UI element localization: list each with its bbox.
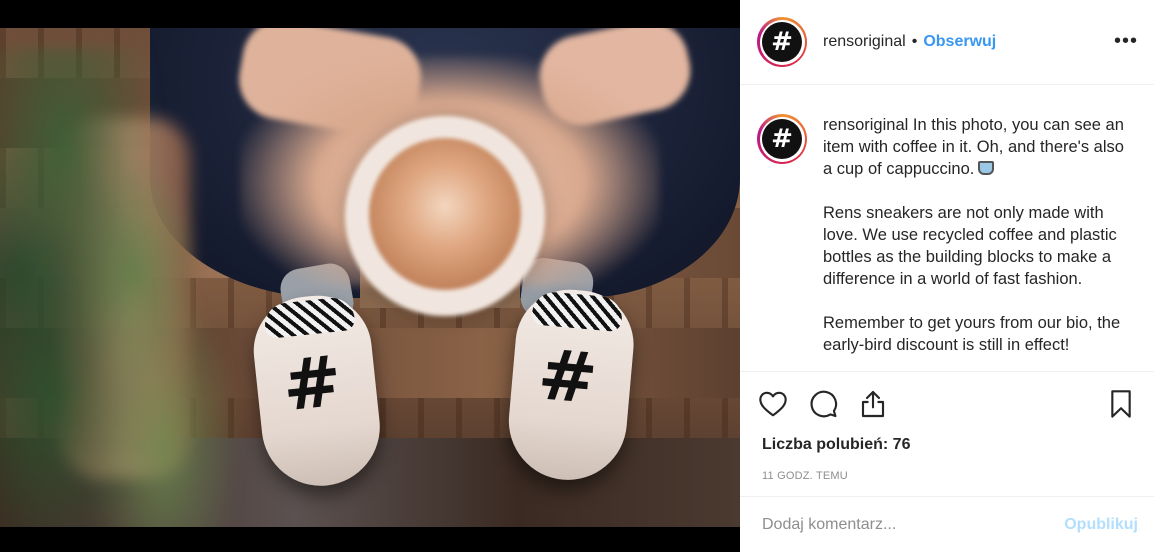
plant-foliage [0, 48, 260, 527]
coffee-cup [345, 116, 545, 316]
publish-button[interactable]: Opublikuj [1064, 516, 1138, 534]
post-image[interactable]: # # [0, 28, 740, 527]
story-ring[interactable]: # [757, 17, 807, 67]
share-button[interactable] [856, 387, 890, 421]
post-side-panel: # rensoriginal • Obserwuj ••• # rensorig… [740, 0, 1154, 552]
avatar-border: # [759, 19, 805, 65]
post-header: # rensoriginal • Obserwuj ••• [740, 0, 1154, 85]
comment-icon [810, 390, 838, 418]
cappuccino [369, 138, 521, 290]
likes-count[interactable]: Liczba polubień: 76 [762, 436, 1138, 454]
comment-button[interactable] [806, 387, 840, 421]
post-photo-area[interactable]: # # [0, 0, 740, 552]
heart-icon [759, 391, 787, 417]
sneaker-collar [531, 290, 624, 333]
share-icon [861, 390, 885, 418]
cup-emoji-icon [978, 161, 995, 175]
caption-paragraph-3: Remember to get yours from our bio, the … [823, 314, 1121, 354]
caption-paragraph-1: rensoriginal In this photo, you can see … [823, 114, 1133, 180]
comment-input[interactable] [762, 515, 1065, 534]
sneaker-logo: # [534, 333, 601, 421]
sneaker-logo: # [278, 339, 346, 428]
comment-box: Opublikuj [740, 496, 1154, 552]
more-options-icon[interactable]: ••• [1114, 30, 1138, 53]
caption-username[interactable]: rensoriginal [823, 116, 908, 134]
caption-area[interactable]: # rensoriginal In this photo, you can se… [740, 86, 1154, 371]
bookmark-icon [1111, 390, 1131, 418]
save-button[interactable] [1104, 387, 1138, 421]
post-timestamp[interactable]: 11 GODZ. TEMU [762, 470, 1138, 482]
caption-text: rensoriginal In this photo, you can see … [823, 114, 1133, 371]
post-actions: Liczba polubień: 76 11 GODZ. TEMU [740, 371, 1154, 482]
sneaker-collar [262, 295, 356, 340]
story-ring[interactable]: # [757, 114, 807, 164]
separator-dot: • [911, 33, 918, 50]
avatar[interactable]: # [762, 22, 802, 62]
follow-button[interactable]: Obserwuj [923, 33, 996, 51]
caption-row: # rensoriginal In this photo, you can se… [757, 114, 1134, 371]
like-button[interactable] [756, 387, 790, 421]
action-icons-row [756, 372, 1138, 436]
avatar[interactable]: # [762, 119, 802, 159]
header-username[interactable]: rensoriginal [823, 33, 906, 51]
caption-paragraph-2: Rens sneakers are not only made with lov… [823, 204, 1117, 288]
avatar-border: # [759, 116, 805, 162]
